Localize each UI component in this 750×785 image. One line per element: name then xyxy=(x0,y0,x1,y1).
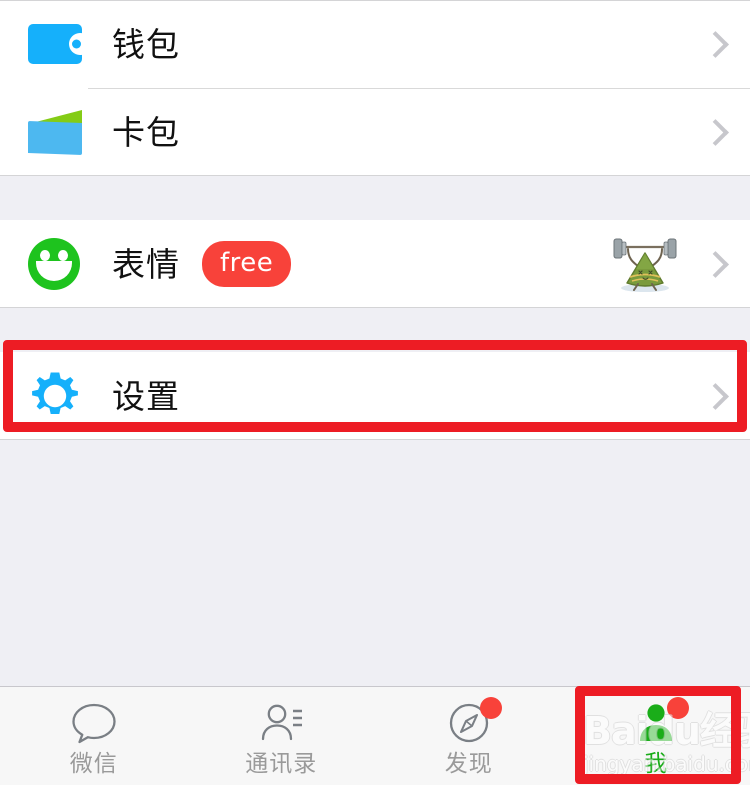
tab-label: 微信 xyxy=(69,751,118,777)
chevron-right-icon xyxy=(702,119,728,145)
tab-contacts[interactable]: 通讯录 xyxy=(188,687,376,785)
wallet-icon xyxy=(28,17,82,71)
list-item-label: 表情 xyxy=(112,244,180,284)
chevron-right-icon xyxy=(702,31,728,57)
tab-label: 我 xyxy=(644,751,669,777)
zongzi-weightlifter-sticker xyxy=(608,233,682,295)
list-item-label: 钱包 xyxy=(112,24,180,64)
list-item-label: 设置 xyxy=(112,376,180,416)
notification-dot xyxy=(667,697,690,719)
card-package-icon xyxy=(28,105,82,159)
free-badge: free xyxy=(202,241,292,287)
bottom-tab-bar: 微信 通讯录 发现 我 xyxy=(0,686,750,785)
tab-label: 发现 xyxy=(444,751,493,777)
sticker-group: 表情 free xyxy=(0,220,750,308)
wallet-group: 钱包 卡包 xyxy=(0,0,750,176)
gear-icon xyxy=(28,369,82,423)
chevron-right-icon xyxy=(702,251,728,277)
wechat-me-screen: 钱包 卡包 表情 free 设置 微信 通讯录 发现 我 Baidu经 jing… xyxy=(0,0,750,785)
tab-chats[interactable]: 微信 xyxy=(0,687,188,785)
list-item-emoji[interactable]: 表情 free xyxy=(0,220,750,308)
settings-group: 设置 xyxy=(0,352,750,440)
contacts-person-icon xyxy=(250,697,312,749)
person-icon xyxy=(625,697,690,749)
smiley-icon xyxy=(28,237,82,291)
section-gap-1 xyxy=(0,176,750,220)
notification-dot xyxy=(479,697,502,719)
list-item-settings[interactable]: 设置 xyxy=(0,352,750,440)
section-gap-2 xyxy=(0,308,750,352)
content-area: 钱包 卡包 表情 free 设置 xyxy=(0,0,750,686)
speech-bubble-icon xyxy=(63,697,125,749)
chevron-right-icon xyxy=(702,383,728,409)
tab-discover[interactable]: 发现 xyxy=(375,687,563,785)
top-divider xyxy=(0,0,750,1)
list-item-label: 卡包 xyxy=(112,112,180,152)
list-item-wallet[interactable]: 钱包 xyxy=(0,0,750,88)
tab-label: 通讯录 xyxy=(245,751,318,777)
list-item-card-package[interactable]: 卡包 xyxy=(0,88,750,176)
tab-me[interactable]: 我 xyxy=(563,687,750,785)
compass-icon xyxy=(438,697,502,749)
